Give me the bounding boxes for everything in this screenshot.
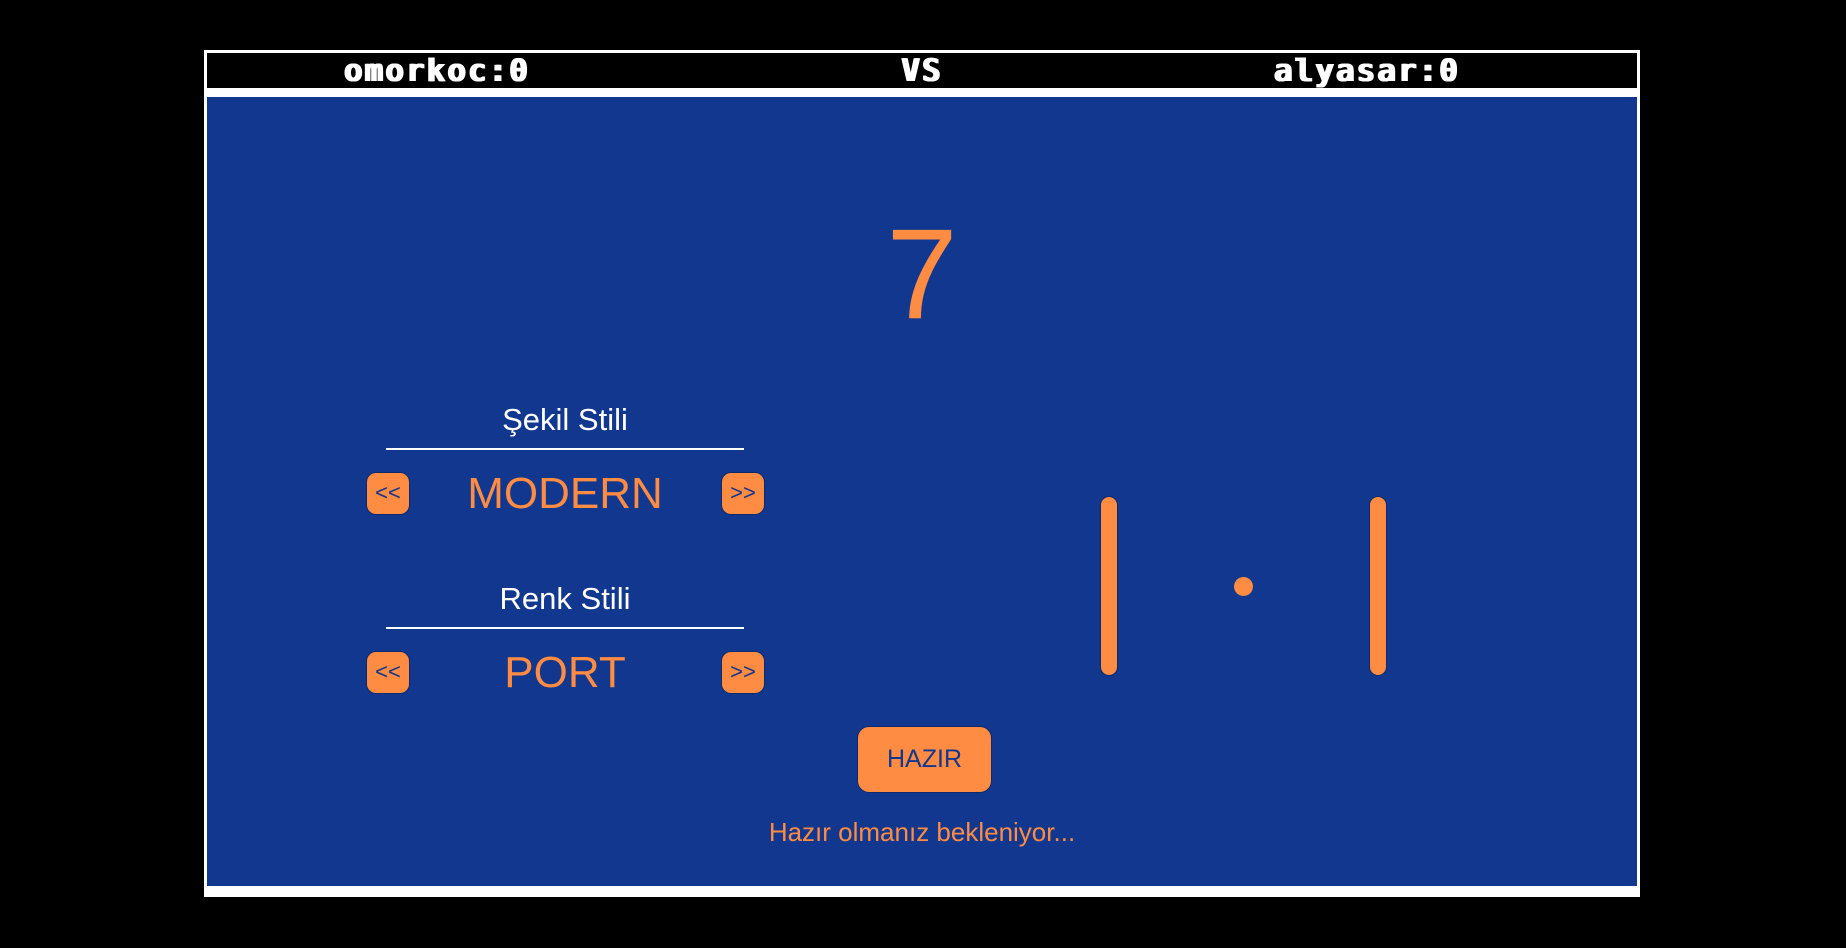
shape-style-prev-button[interactable]: <<	[366, 472, 410, 515]
color-style-next-button[interactable]: >>	[721, 651, 765, 694]
preview-ball	[1234, 577, 1253, 596]
color-style-value: PORT	[504, 648, 626, 697]
preview-right-paddle	[1369, 496, 1387, 676]
game-frame: omorkoc:0 VS alyasar:0 7 Şekil Stili << …	[204, 50, 1640, 897]
versus-label: VS	[901, 53, 943, 89]
player2-score: alyasar:0	[1274, 53, 1460, 89]
color-style-divider	[386, 627, 744, 629]
shape-style-next-button[interactable]: >>	[721, 472, 765, 515]
player1-score: omorkoc:0	[344, 53, 530, 89]
status-message: Hazır olmanız bekleniyor...	[768, 817, 1076, 847]
scoreboard: omorkoc:0 VS alyasar:0	[207, 53, 1637, 89]
color-style-title: Renk Stili	[499, 581, 631, 616]
color-style-prev-button[interactable]: <<	[366, 651, 410, 694]
shape-style-title: Şekil Stili	[502, 402, 628, 437]
countdown-number: 7	[886, 203, 958, 346]
preview-left-paddle	[1100, 496, 1118, 676]
shape-style-value: MODERN	[467, 469, 663, 518]
shape-style-divider	[386, 448, 744, 450]
ready-button[interactable]: HAZIR	[857, 726, 992, 793]
game-field: 7 Şekil Stili << MODERN >> Renk Stili <<…	[207, 97, 1637, 886]
